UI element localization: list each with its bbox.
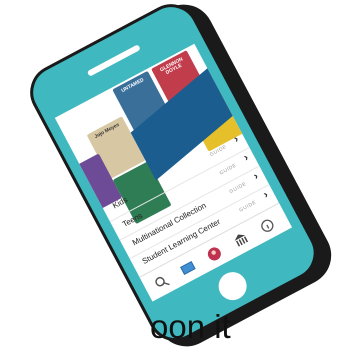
app-screen: UNTAMED GLENNON DOYLE Jojo Moyes Kids GU… bbox=[54, 43, 292, 302]
book-cover-title: UNTAMED bbox=[120, 77, 146, 94]
library-building-icon[interactable] bbox=[231, 230, 250, 249]
avatar[interactable] bbox=[205, 244, 224, 263]
book-cover-title: Jojo Moyes bbox=[93, 121, 121, 140]
info-icon[interactable] bbox=[258, 216, 277, 235]
guide-label: GUIDE bbox=[218, 162, 238, 177]
book-cover-title: GLENNON DOYLE bbox=[159, 56, 185, 77]
menu-item-label: Teens bbox=[120, 210, 145, 229]
phone-speaker bbox=[86, 44, 141, 77]
chevron-right-icon: › bbox=[231, 133, 241, 146]
guide-label: GUIDE bbox=[208, 144, 228, 158]
guide-label: GUIDE bbox=[228, 181, 248, 196]
phone-illustration: UNTAMED GLENNON DOYLE Jojo Moyes Kids GU… bbox=[20, 0, 342, 357]
chevron-right-icon: › bbox=[251, 170, 261, 183]
home-button[interactable] bbox=[213, 267, 252, 306]
guide-label: GUIDE bbox=[238, 199, 258, 214]
caption-text: oon it bbox=[150, 308, 231, 345]
catalog-card-icon[interactable] bbox=[178, 259, 197, 278]
search-icon[interactable] bbox=[152, 273, 171, 292]
chevron-right-icon: › bbox=[261, 188, 271, 202]
menu-item-label: Kids bbox=[111, 195, 130, 211]
chevron-right-icon: › bbox=[241, 151, 251, 164]
